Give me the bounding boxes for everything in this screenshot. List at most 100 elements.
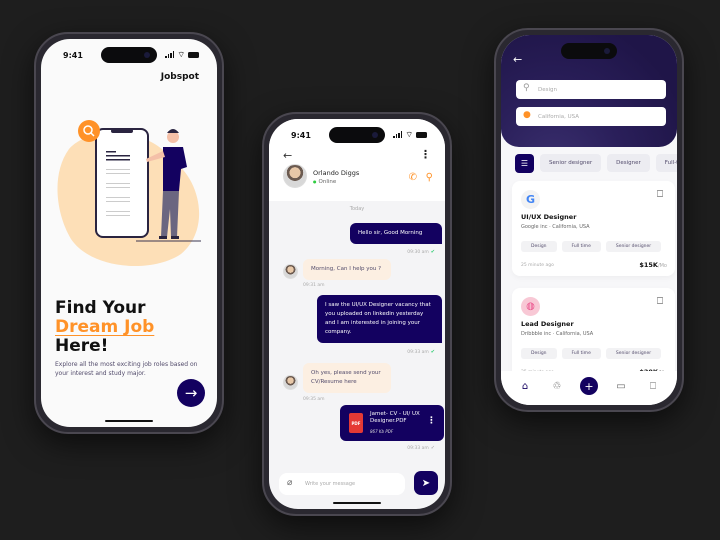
sliders-icon: ☰	[520, 158, 529, 168]
job-tag: Senior designer	[605, 241, 662, 252]
dynamic-island	[561, 43, 617, 59]
onboarding-screen: 9:41 ⌔ Jobspot Find Your Dream Job Here!…	[41, 39, 217, 427]
battery-icon	[416, 131, 427, 138]
job-tag: Full time	[561, 348, 601, 359]
signal-icon	[393, 131, 403, 138]
search-icon[interactable]: ⚲	[426, 172, 433, 183]
send-icon: ➤	[421, 477, 431, 489]
home-indicator	[105, 420, 153, 422]
message-input[interactable]	[305, 477, 401, 491]
filter-chip[interactable]: Designer	[607, 154, 650, 172]
attach-paperclip-icon[interactable]: ⌀	[287, 478, 292, 488]
phone-call-icon[interactable]: ✆	[409, 172, 417, 183]
search-header: ← ⚲ ●	[501, 35, 677, 147]
job-card[interactable]: ◍ ⎕ Lead Designer Dribbble inc · Califor…	[512, 288, 675, 383]
dribbble-logo-icon: ◍	[521, 297, 540, 316]
google-logo-icon: G	[521, 190, 540, 209]
message-outgoing: Hello sir, Good Morning	[350, 223, 442, 244]
location-input[interactable]	[538, 110, 658, 123]
search-icon: ⚲	[523, 83, 530, 93]
saved-bookmark-icon[interactable]: ⎕	[644, 381, 662, 392]
salary: $15K/Mo	[639, 261, 667, 269]
job-tag: Full time	[561, 241, 601, 252]
phone-job-search: ← ⚲ ● ☰ Senior designer Designer Full-ti…	[494, 28, 684, 412]
headline-line-1: Find Your	[55, 298, 146, 318]
message-incoming: Morning, Can I help you ?	[303, 259, 391, 280]
job-tag: Design	[521, 241, 557, 252]
message-timestamp: 09:35 am	[303, 397, 325, 402]
contact-avatar-small	[283, 264, 298, 279]
job-tag: Senior designer	[605, 348, 662, 359]
messages-icon[interactable]: ▭	[612, 381, 630, 392]
home-icon[interactable]: ⌂	[516, 381, 534, 392]
filter-chip[interactable]: Senior designer	[540, 154, 602, 172]
phone-onboarding: 9:41 ⌔ Jobspot Find Your Dream Job Here!…	[34, 32, 224, 434]
filter-settings-button[interactable]: ☰	[515, 153, 534, 173]
file-size: 867 Kb PDF	[370, 429, 394, 434]
chat-screen: 9:41 ⌔ ← ⋮ Orlando Diggs Online ✆ ⚲ Toda…	[269, 119, 445, 509]
home-indicator	[333, 502, 381, 504]
job-title: UI/UX Designer	[521, 213, 577, 221]
onboarding-description: Explore all the most exciting job roles …	[55, 361, 198, 377]
file-attachment-message[interactable]: PDF Jamet- CV - UI/ UX Designer.PDF 867 …	[340, 405, 444, 441]
chat-header: 9:41 ⌔ ← ⋮ Orlando Diggs Online ✆ ⚲	[269, 119, 445, 201]
filter-row: ☰ Senior designer Designer Full-time	[515, 153, 677, 173]
job-tags: Design Full time Senior designer	[521, 348, 662, 359]
headline-accent: Dream Job	[55, 317, 155, 337]
bookmark-icon[interactable]: ⎕	[657, 189, 663, 200]
more-options-icon[interactable]: ⋮	[420, 148, 431, 161]
wifi-icon: ⌔	[405, 130, 413, 139]
bottom-nav: ⌂ ♲ + ▭ ⎕	[501, 371, 677, 405]
message-composer: ⌀	[279, 473, 405, 495]
send-button[interactable]: ➤	[414, 471, 438, 495]
job-company: Google inc · California, USA	[521, 224, 590, 230]
dynamic-island	[329, 127, 385, 143]
file-name: Jamet- CV - UI/ UX Designer.PDF	[370, 411, 420, 424]
job-search-illustration	[57, 120, 201, 266]
wifi-icon: ⌔	[177, 50, 185, 59]
message-incoming: Oh yes, please send your CV/Resume here	[303, 363, 391, 393]
message-timestamp: 09:31 am	[303, 283, 325, 288]
filter-chip[interactable]: Full-time	[655, 154, 677, 172]
status-time: 9:41	[63, 51, 83, 60]
day-separator: Today	[349, 206, 365, 212]
message-outgoing: I saw the UI/UX Designer vacancy that yo…	[317, 295, 442, 343]
job-company: Dribbble inc · California, USA	[521, 331, 594, 337]
dynamic-island	[101, 47, 157, 63]
contact-name: Orlando Diggs	[313, 169, 360, 177]
location-field: ●	[516, 107, 666, 126]
job-search-input[interactable]	[538, 83, 658, 96]
contact-avatar-small	[283, 375, 298, 390]
job-search-screen: ← ⚲ ● ☰ Senior designer Designer Full-ti…	[501, 35, 677, 405]
bookmark-icon[interactable]: ⎕	[657, 296, 663, 307]
back-arrow-icon[interactable]: ←	[283, 149, 292, 162]
job-search-field: ⚲	[516, 80, 666, 99]
posted-time: 25 minute ago	[521, 263, 554, 268]
add-post-button[interactable]: +	[580, 377, 598, 395]
read-check-icon: ✔	[430, 349, 435, 355]
back-arrow-icon[interactable]: ←	[513, 53, 522, 66]
job-tag: Design	[521, 348, 557, 359]
brand-logo: Jobspot	[160, 72, 199, 82]
message-timestamp: 09:33 am ✔	[407, 349, 435, 355]
pdf-file-icon: PDF	[349, 413, 363, 433]
message-timestamp: 09:30 am ✔	[407, 249, 435, 255]
sent-check-icon: ✓	[430, 445, 435, 451]
connections-icon[interactable]: ♲	[548, 381, 566, 392]
file-more-options-icon[interactable]: ⋮	[427, 416, 436, 426]
read-check-icon: ✔	[430, 249, 435, 255]
battery-icon	[188, 51, 199, 58]
signal-icon	[165, 51, 175, 58]
phone-chat: 9:41 ⌔ ← ⋮ Orlando Diggs Online ✆ ⚲ Toda…	[262, 112, 452, 516]
contact-status: Online	[313, 179, 337, 185]
job-tags: Design Full time Senior designer	[521, 241, 662, 252]
next-button[interactable]: →	[177, 379, 205, 407]
status-time: 9:41	[291, 131, 311, 140]
contact-avatar[interactable]	[283, 164, 307, 188]
job-card[interactable]: G ⎕ UI/UX Designer Google inc · Californ…	[512, 181, 675, 276]
job-title: Lead Designer	[521, 320, 574, 328]
arrow-right-icon: →	[184, 384, 198, 402]
message-timestamp: 09:33 am ✓	[407, 445, 435, 451]
headline: Find Your Dream Job Here!	[55, 299, 154, 356]
headline-line-3: Here!	[55, 336, 109, 356]
